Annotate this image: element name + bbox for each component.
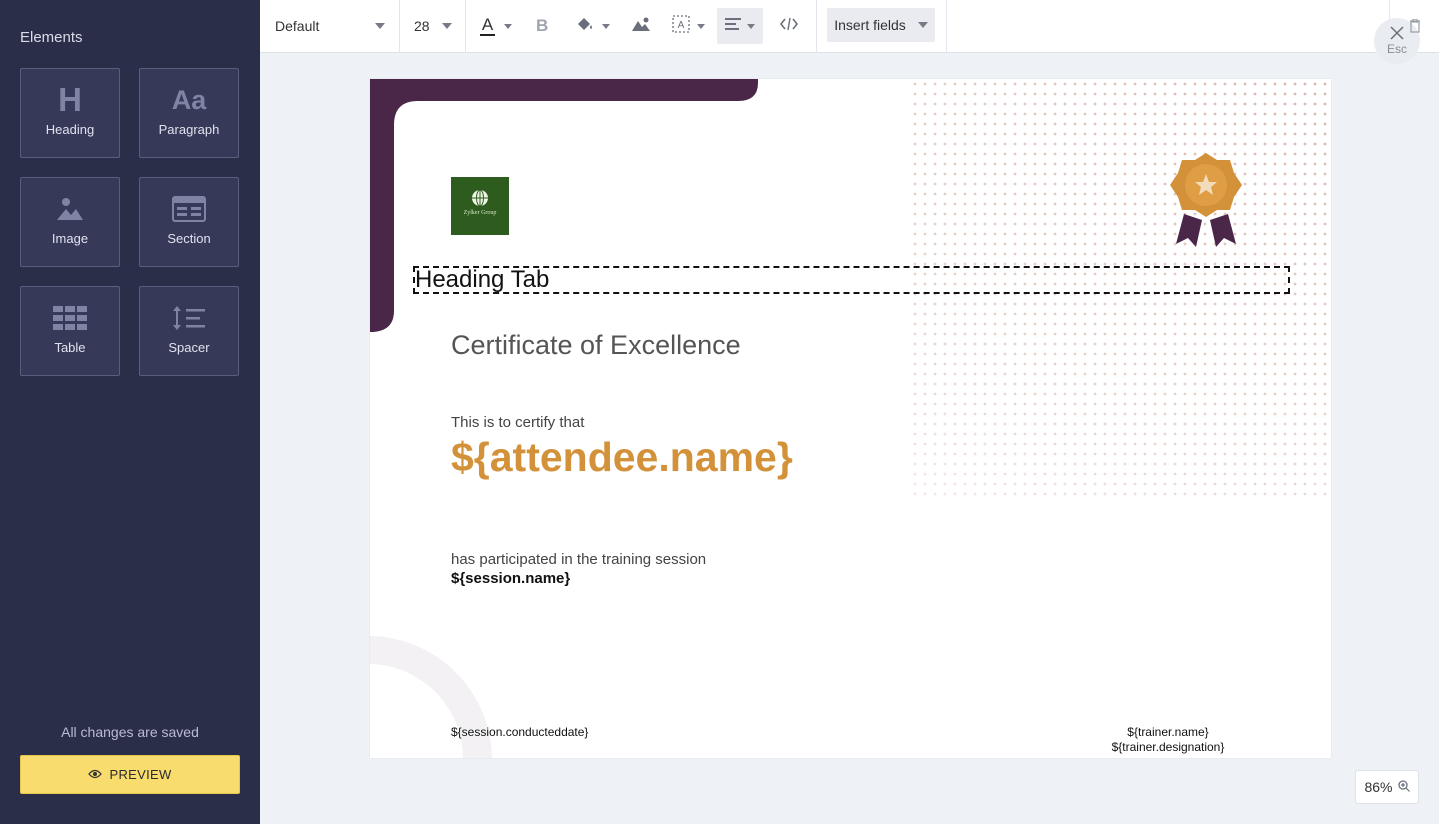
table-icon	[21, 301, 119, 335]
spacer-icon	[140, 301, 238, 335]
toolbar-divider	[816, 0, 817, 53]
globe-icon	[471, 189, 489, 212]
font-size-value: 28	[414, 18, 430, 34]
image-icon	[631, 16, 651, 37]
tile-label: Section	[167, 231, 211, 246]
alignment-button[interactable]	[717, 8, 763, 44]
insert-image-button[interactable]	[631, 8, 651, 44]
chevron-down-icon	[917, 22, 928, 28]
chevron-down-icon	[442, 23, 452, 29]
section-element-tile[interactable]: Section	[139, 177, 239, 267]
tile-label: Image	[51, 231, 89, 246]
esc-hint: Esc	[1386, 42, 1407, 56]
tile-label: Heading	[45, 122, 95, 137]
toolbar-divider	[946, 0, 947, 53]
toolbar-divider	[465, 0, 466, 53]
heading-tab-text[interactable]: Heading Tab	[415, 268, 549, 292]
insert-fields-label: Insert fields	[834, 17, 906, 33]
insert-fields-dropdown[interactable]: Insert fields	[827, 8, 935, 42]
heading-block-selected[interactable]: Heading Tab	[413, 266, 1290, 294]
svg-text:A: A	[678, 20, 685, 31]
eye-icon	[88, 767, 103, 782]
attendee-name-field[interactable]: ${attendee.name}	[451, 434, 793, 481]
participation-line[interactable]: has participated in the training session	[451, 551, 706, 568]
font-family-value: Default	[275, 18, 320, 34]
bold-icon: B	[536, 16, 549, 35]
font-family-select[interactable]: Default	[275, 8, 385, 44]
zoom-level: 86%	[1364, 779, 1393, 795]
text-color-icon: A	[480, 14, 495, 36]
chevron-down-icon	[504, 23, 512, 29]
source-code-button[interactable]	[779, 8, 799, 44]
trainer-designation-field[interactable]: ${trainer.designation}	[1088, 740, 1248, 754]
text-color-button[interactable]: A	[480, 8, 512, 44]
logo-text: Zylker Group	[463, 210, 497, 216]
save-status: All changes are saved	[61, 724, 199, 740]
paragraph-element-tile[interactable]: Aa Paragraph	[139, 68, 239, 158]
chevron-down-icon	[697, 23, 705, 29]
company-logo[interactable]: Zylker Group	[451, 177, 509, 235]
conducted-date-field[interactable]: ${session.conducteddate}	[451, 725, 588, 739]
zoom-control[interactable]: 86%	[1355, 770, 1419, 804]
tile-label: Spacer	[168, 340, 210, 355]
toolbar-divider	[399, 0, 400, 53]
image-icon	[21, 192, 119, 226]
certificate-canvas[interactable]: Zylker Group Heading Tab Certificate of …	[370, 79, 1331, 758]
chevron-down-icon	[602, 23, 610, 29]
paragraph-icon: Aa	[171, 84, 207, 115]
session-name-field[interactable]: ${session.name}	[451, 570, 570, 587]
preview-button[interactable]: PREVIEW	[20, 755, 240, 794]
tile-label: Table	[54, 340, 86, 355]
fill-color-button[interactable]	[576, 8, 610, 44]
chevron-down-icon	[747, 23, 755, 29]
trainer-name-field[interactable]: ${trainer.name}	[1088, 725, 1248, 739]
certificate-title[interactable]: Certificate of Excellence	[451, 330, 741, 361]
table-element-tile[interactable]: Table	[20, 286, 120, 376]
elements-sidebar: Elements H Heading Aa Paragraph Image Se…	[0, 0, 260, 824]
code-icon	[779, 17, 799, 36]
spacer-element-tile[interactable]: Spacer	[139, 286, 239, 376]
certify-line[interactable]: This is to certify that	[451, 414, 584, 431]
preview-label: PREVIEW	[109, 767, 172, 782]
field-box-button[interactable]: A	[672, 8, 705, 44]
section-icon	[140, 192, 238, 226]
heading-element-tile[interactable]: H Heading	[20, 68, 120, 158]
heading-icon: H	[58, 81, 82, 118]
tile-label: Paragraph	[158, 122, 220, 137]
font-size-select[interactable]: 28	[414, 8, 452, 44]
paint-bucket-icon	[576, 16, 594, 37]
bold-button[interactable]: B	[536, 8, 550, 44]
zoom-in-icon	[1397, 779, 1410, 795]
text-box-icon: A	[672, 14, 690, 38]
align-left-icon	[725, 17, 741, 35]
corner-frame	[370, 79, 758, 332]
chevron-down-icon	[375, 23, 385, 29]
format-toolbar: Default 28 A B A Insert fields	[260, 0, 1439, 53]
sidebar-title: Elements	[20, 29, 83, 46]
corner-arc	[370, 636, 492, 758]
image-element-tile[interactable]: Image	[20, 177, 120, 267]
delete-icon[interactable]	[1410, 18, 1420, 38]
